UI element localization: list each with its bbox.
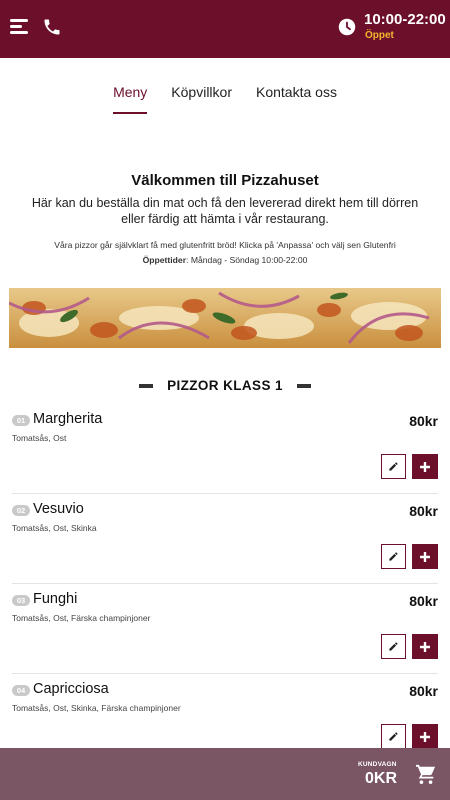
heading-bar-right [296,383,311,388]
customize-button[interactable] [381,544,406,569]
opening-hours-value: : Måndag - Söndag 10:00-22:00 [186,255,308,265]
item-price: 80kr [409,413,438,429]
tab-kopvillkor[interactable]: Köpvillkor [171,84,232,114]
opening-hours-line: Öppettider: Måndag - Söndag 10:00-22:00 [0,255,450,265]
welcome-section: Välkommen till Pizzahuset Här kan du bes… [0,172,450,265]
item-ingredients: Tomatsås, Ost, Skinka [12,523,97,533]
customize-button[interactable] [381,454,406,479]
cart-bar[interactable]: KUNDVAGN 0KR [0,748,450,800]
item-number-badge: 02 [12,505,30,516]
tab-kontakta-oss[interactable]: Kontakta oss [256,84,337,114]
plus-icon [420,641,430,652]
clock-icon [338,18,356,36]
phone-icon[interactable] [42,17,64,39]
add-to-cart-button[interactable] [412,724,438,749]
item-name: Capricciosa [33,681,109,697]
item-name: Margherita [33,411,103,427]
top-header: 10:00-22:00 Öppet [0,0,450,58]
pencil-icon [389,732,398,741]
menu-icon[interactable] [10,19,30,39]
menu-item: 01 Margherita Tomatsås, Ost 80kr [12,404,438,494]
item-price: 80kr [409,683,438,699]
customize-button[interactable] [381,724,406,749]
add-to-cart-button[interactable] [412,544,438,569]
plus-icon [420,551,430,562]
plus-icon [420,731,430,742]
item-price: 80kr [409,503,438,519]
item-ingredients: Tomatsås, Ost [12,433,67,443]
pencil-icon [389,462,398,471]
opening-hours-label: Öppettider [142,255,187,265]
item-name: Vesuvio [33,501,84,517]
item-name: Funghi [33,591,78,607]
gluten-note: Våra pizzor går självklart få med gluten… [54,240,396,250]
item-number-badge: 03 [12,595,30,606]
add-to-cart-button[interactable] [412,634,438,659]
menu-item-list: 01 Margherita Tomatsås, Ost 80kr 02 Vesu… [0,404,450,764]
section-heading: PIZZOR KLASS 1 [0,378,450,393]
welcome-title: Välkommen till Pizzahuset [131,172,319,189]
menu-item: 03 Funghi Tomatsås, Ost, Färska champinj… [12,584,438,674]
plus-icon [420,461,430,472]
heading-bar-left [139,383,154,388]
pizza-banner-image [9,288,441,348]
tab-meny[interactable]: Meny [113,84,148,114]
pencil-icon [389,552,398,561]
menu-item: 02 Vesuvio Tomatsås, Ost, Skinka 80kr [12,494,438,584]
cart-icon[interactable] [415,764,437,789]
customize-button[interactable] [381,634,406,659]
item-price: 80kr [409,593,438,609]
item-number-badge: 01 [12,415,30,426]
open-status: Öppet [365,30,394,41]
cart-label: KUNDVAGN [358,761,397,768]
item-ingredients: Tomatsås, Ost, Skinka, Färska champinjon… [12,703,181,713]
section-title: PIZZOR KLASS 1 [167,378,283,393]
main-nav: Meny Köpvillkor Kontakta oss [0,84,450,114]
add-to-cart-button[interactable] [412,454,438,479]
welcome-lead: Här kan du beställa din mat och få den l… [31,196,419,226]
item-number-badge: 04 [12,685,30,696]
pencil-icon [389,642,398,651]
cart-total: 0KR [365,770,398,787]
item-ingredients: Tomatsås, Ost, Färska champinjoner [12,613,151,623]
opening-hours: 10:00-22:00 [364,11,446,28]
